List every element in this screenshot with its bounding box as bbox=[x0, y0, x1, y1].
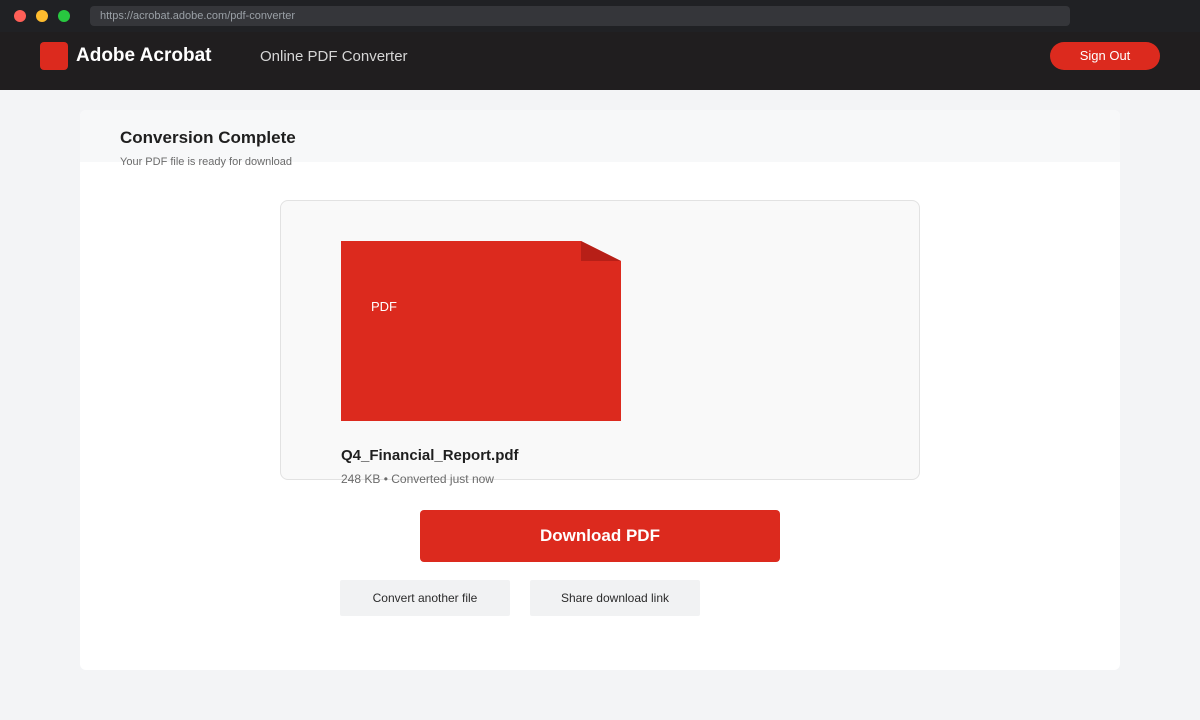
window-close-icon[interactable] bbox=[14, 10, 26, 22]
window-minimize-icon[interactable] bbox=[36, 10, 48, 22]
conversion-card: Conversion Complete Your PDF file is rea… bbox=[80, 110, 1120, 670]
window-maximize-icon[interactable] bbox=[58, 10, 70, 22]
pdf-document-icon: PDF bbox=[341, 241, 621, 421]
page-title: Conversion Complete bbox=[120, 128, 296, 147]
pdf-type-label: PDF bbox=[371, 299, 397, 314]
browser-chrome: https://acrobat.adobe.com/pdf-converter bbox=[0, 0, 1200, 32]
adobe-logo-icon bbox=[40, 42, 68, 70]
brand-name: Adobe Acrobat bbox=[76, 45, 212, 66]
file-name: Q4_Financial_Report.pdf bbox=[341, 447, 519, 464]
share-link-button[interactable]: Share download link bbox=[530, 580, 700, 616]
file-meta: 248 KB • Converted just now bbox=[341, 472, 494, 486]
nav-title: Online PDF Converter bbox=[260, 48, 408, 65]
address-bar[interactable]: https://acrobat.adobe.com/pdf-converter bbox=[90, 6, 1070, 26]
file-preview-panel: PDF Q4_Financial_Report.pdf 248 KB • Con… bbox=[280, 200, 920, 486]
page-subtitle: Your PDF file is ready for download bbox=[120, 156, 293, 168]
sign-out-button[interactable]: Sign Out bbox=[1050, 42, 1160, 70]
convert-another-button[interactable]: Convert another file bbox=[340, 580, 510, 616]
download-pdf-button[interactable]: Download PDF bbox=[420, 510, 780, 562]
app-header: Adobe Acrobat Online PDF Converter Sign … bbox=[0, 32, 1200, 90]
pdf-document-shape bbox=[341, 241, 621, 421]
